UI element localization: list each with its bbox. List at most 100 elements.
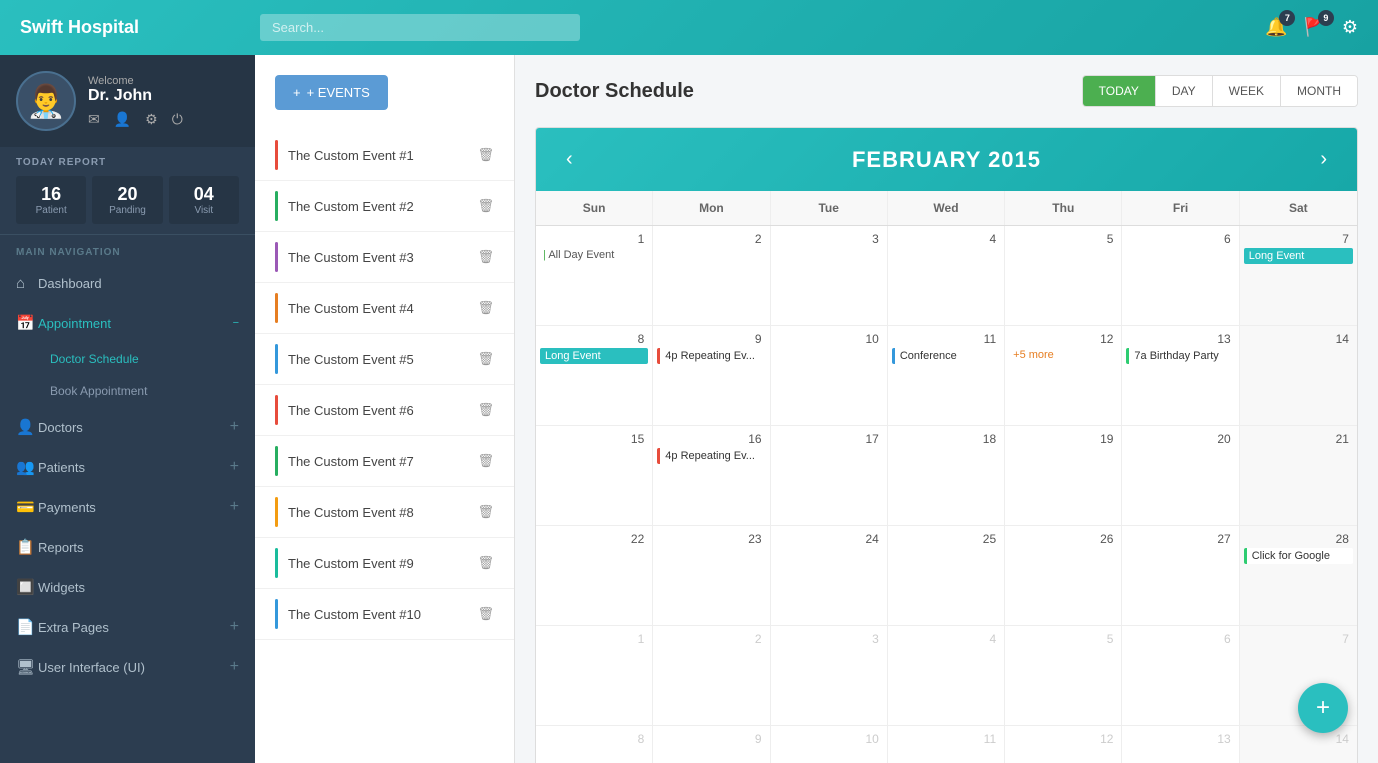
date-mar4: 4 [892,630,1000,648]
sidebar-item-doctors[interactable]: 👤 Doctors + [0,407,255,447]
cal-cell-mar11[interactable]: 11 [888,726,1005,763]
event-repeating-9[interactable]: 4p Repeating Ev... [657,348,765,364]
profile-icon[interactable]: 👤 [114,111,131,128]
event-allday[interactable]: All Day Event [540,248,648,262]
sidebar-item-payments[interactable]: 💳 Payments + [0,487,255,527]
date-mar14: 14 [1244,730,1353,748]
cal-cell-feb5[interactable]: 5 [1005,226,1122,326]
event-repeating-16[interactable]: 4p Repeating Ev... [657,448,765,464]
event-delete-icon[interactable]: 🗑 [477,147,494,163]
next-month-button[interactable]: › [1310,144,1337,175]
prev-month-button[interactable]: ‹ [556,144,583,175]
event-delete-icon[interactable]: 🗑 [477,606,494,622]
cal-cell-feb11[interactable]: 11 Conference [888,326,1005,426]
cal-cell-feb20[interactable]: 20 [1122,426,1239,526]
cal-cell-feb2[interactable]: 2 [653,226,770,326]
sidebar-item-patients[interactable]: 👥 Patients + [0,447,255,487]
cal-cell-mar4[interactable]: 4 [888,626,1005,726]
cal-cell-feb12[interactable]: 12 +5 more [1005,326,1122,426]
cal-cell-feb17[interactable]: 17 [771,426,888,526]
cal-cell-feb27[interactable]: 27 [1122,526,1239,626]
cal-cell-feb13[interactable]: 13 7a Birthday Party [1122,326,1239,426]
search-box[interactable] [260,14,580,41]
cal-cell-mar8[interactable]: 8 [536,726,653,763]
event-delete-icon[interactable]: 🗑 [477,453,494,469]
event-delete-icon[interactable]: 🗑 [477,198,494,214]
view-btn-week[interactable]: WEEK [1213,76,1281,106]
doctors-icon: 👤 [16,418,38,436]
sidebar-item-reports[interactable]: 📋 Reports [0,527,255,567]
view-btn-today[interactable]: TODAY [1083,76,1156,106]
sidebar-item-doctor-schedule[interactable]: Doctor Schedule [0,343,255,375]
notifications-bell[interactable]: 🔔 7 [1265,17,1287,38]
event-name: The Custom Event #4 [288,301,467,316]
cal-cell-mar9[interactable]: 9 [653,726,770,763]
event-google[interactable]: Click for Google [1244,548,1353,564]
cal-cell-feb16[interactable]: 16 4p Repeating Ev... [653,426,770,526]
cal-cell-feb7[interactable]: 7 Long Event [1240,226,1357,326]
event-delete-icon[interactable]: 🗑 [477,555,494,571]
cal-cell-feb26[interactable]: 26 [1005,526,1122,626]
cal-cell-feb3[interactable]: 3 [771,226,888,326]
cal-cell-mar2[interactable]: 2 [653,626,770,726]
sidebar-item-appointment[interactable]: 📅 Appointment − [0,303,255,343]
cal-cell-feb23[interactable]: 23 [653,526,770,626]
visit-count: 04 [173,184,235,205]
event-delete-icon[interactable]: 🗑 [477,402,494,418]
cal-cell-mar6[interactable]: 6 [1122,626,1239,726]
cal-cell-feb28[interactable]: 28 Click for Google [1240,526,1357,626]
event-delete-icon[interactable]: 🗑 [477,351,494,367]
cal-cell-feb14[interactable]: 14 [1240,326,1357,426]
settings-user-icon[interactable]: ⚙ [145,111,158,128]
cal-cell-mar10[interactable]: 10 [771,726,888,763]
event-name: The Custom Event #7 [288,454,467,469]
cal-cell-feb4[interactable]: 4 [888,226,1005,326]
cal-cell-feb25[interactable]: 25 [888,526,1005,626]
cal-cell-mar3[interactable]: 3 [771,626,888,726]
logout-icon[interactable]: ⏻ [172,111,183,128]
date-16: 16 [657,430,765,448]
cal-cell-feb10[interactable]: 10 [771,326,888,426]
view-btn-month[interactable]: MONTH [1281,76,1357,106]
email-icon[interactable]: ✉ [88,111,100,128]
sidebar-item-widgets[interactable]: 🔲 Widgets [0,567,255,607]
sidebar-item-book-appointment[interactable]: Book Appointment [0,375,255,407]
event-delete-icon[interactable]: 🗑 [477,504,494,520]
cal-cell-feb18[interactable]: 18 [888,426,1005,526]
event-delete-icon[interactable]: 🗑 [477,300,494,316]
cal-cell-feb22[interactable]: 22 [536,526,653,626]
cal-cell-feb6[interactable]: 6 [1122,226,1239,326]
event-color-bar [275,191,278,221]
event-long-event-7[interactable]: Long Event [1244,248,1353,264]
fab-button[interactable]: + [1298,683,1348,733]
cal-cell-mar12[interactable]: 12 [1005,726,1122,763]
settings-icon[interactable]: ⚙ [1342,17,1358,38]
report-boxes: 16 Patient 20 Panding 04 Visit [16,176,239,224]
cal-cell-mar1[interactable]: 1 [536,626,653,726]
date-19: 19 [1009,430,1117,448]
event-color-bar [275,242,278,272]
cal-cell-feb19[interactable]: 19 [1005,426,1122,526]
sidebar-item-extra-pages[interactable]: 📄 Extra Pages + [0,607,255,647]
cal-cell-mar14[interactable]: 14 [1240,726,1357,763]
add-events-button[interactable]: + + EVENTS [275,75,388,110]
cal-cell-feb1[interactable]: 1 All Day Event [536,226,653,326]
cal-cell-feb24[interactable]: 24 [771,526,888,626]
event-long-event-8[interactable]: Long Event [540,348,648,364]
cal-cell-feb9[interactable]: 9 4p Repeating Ev... [653,326,770,426]
cal-cell-feb21[interactable]: 21 [1240,426,1357,526]
sidebar-item-user-interface[interactable]: 🖥 User Interface (UI) + [0,647,255,687]
cal-cell-feb15[interactable]: 15 [536,426,653,526]
cal-cell-mar13[interactable]: 13 [1122,726,1239,763]
search-input[interactable] [260,14,580,41]
event-birthday[interactable]: 7a Birthday Party [1126,348,1234,364]
patient-stat: 16 Patient [16,176,86,224]
cal-cell-mar5[interactable]: 5 [1005,626,1122,726]
sidebar-item-dashboard[interactable]: ⌂ Dashboard [0,264,255,303]
flag-icon[interactable]: 🚩 9 [1303,17,1325,38]
event-conference[interactable]: Conference [892,348,1000,364]
view-btn-day[interactable]: DAY [1156,76,1213,106]
more-events-12[interactable]: +5 more [1009,348,1117,362]
cal-cell-feb8[interactable]: 8 Long Event [536,326,653,426]
event-delete-icon[interactable]: 🗑 [477,249,494,265]
